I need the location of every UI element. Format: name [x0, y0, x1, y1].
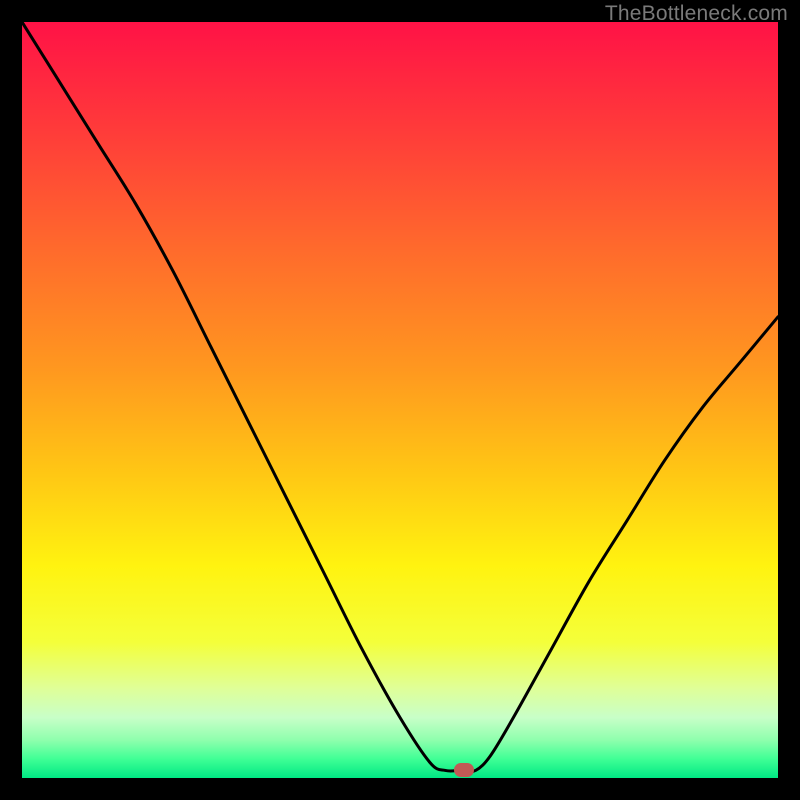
chart-frame: TheBottleneck.com [0, 0, 800, 800]
plot-area [22, 22, 778, 778]
background-gradient [22, 22, 778, 778]
optimal-balance-marker [454, 763, 474, 777]
